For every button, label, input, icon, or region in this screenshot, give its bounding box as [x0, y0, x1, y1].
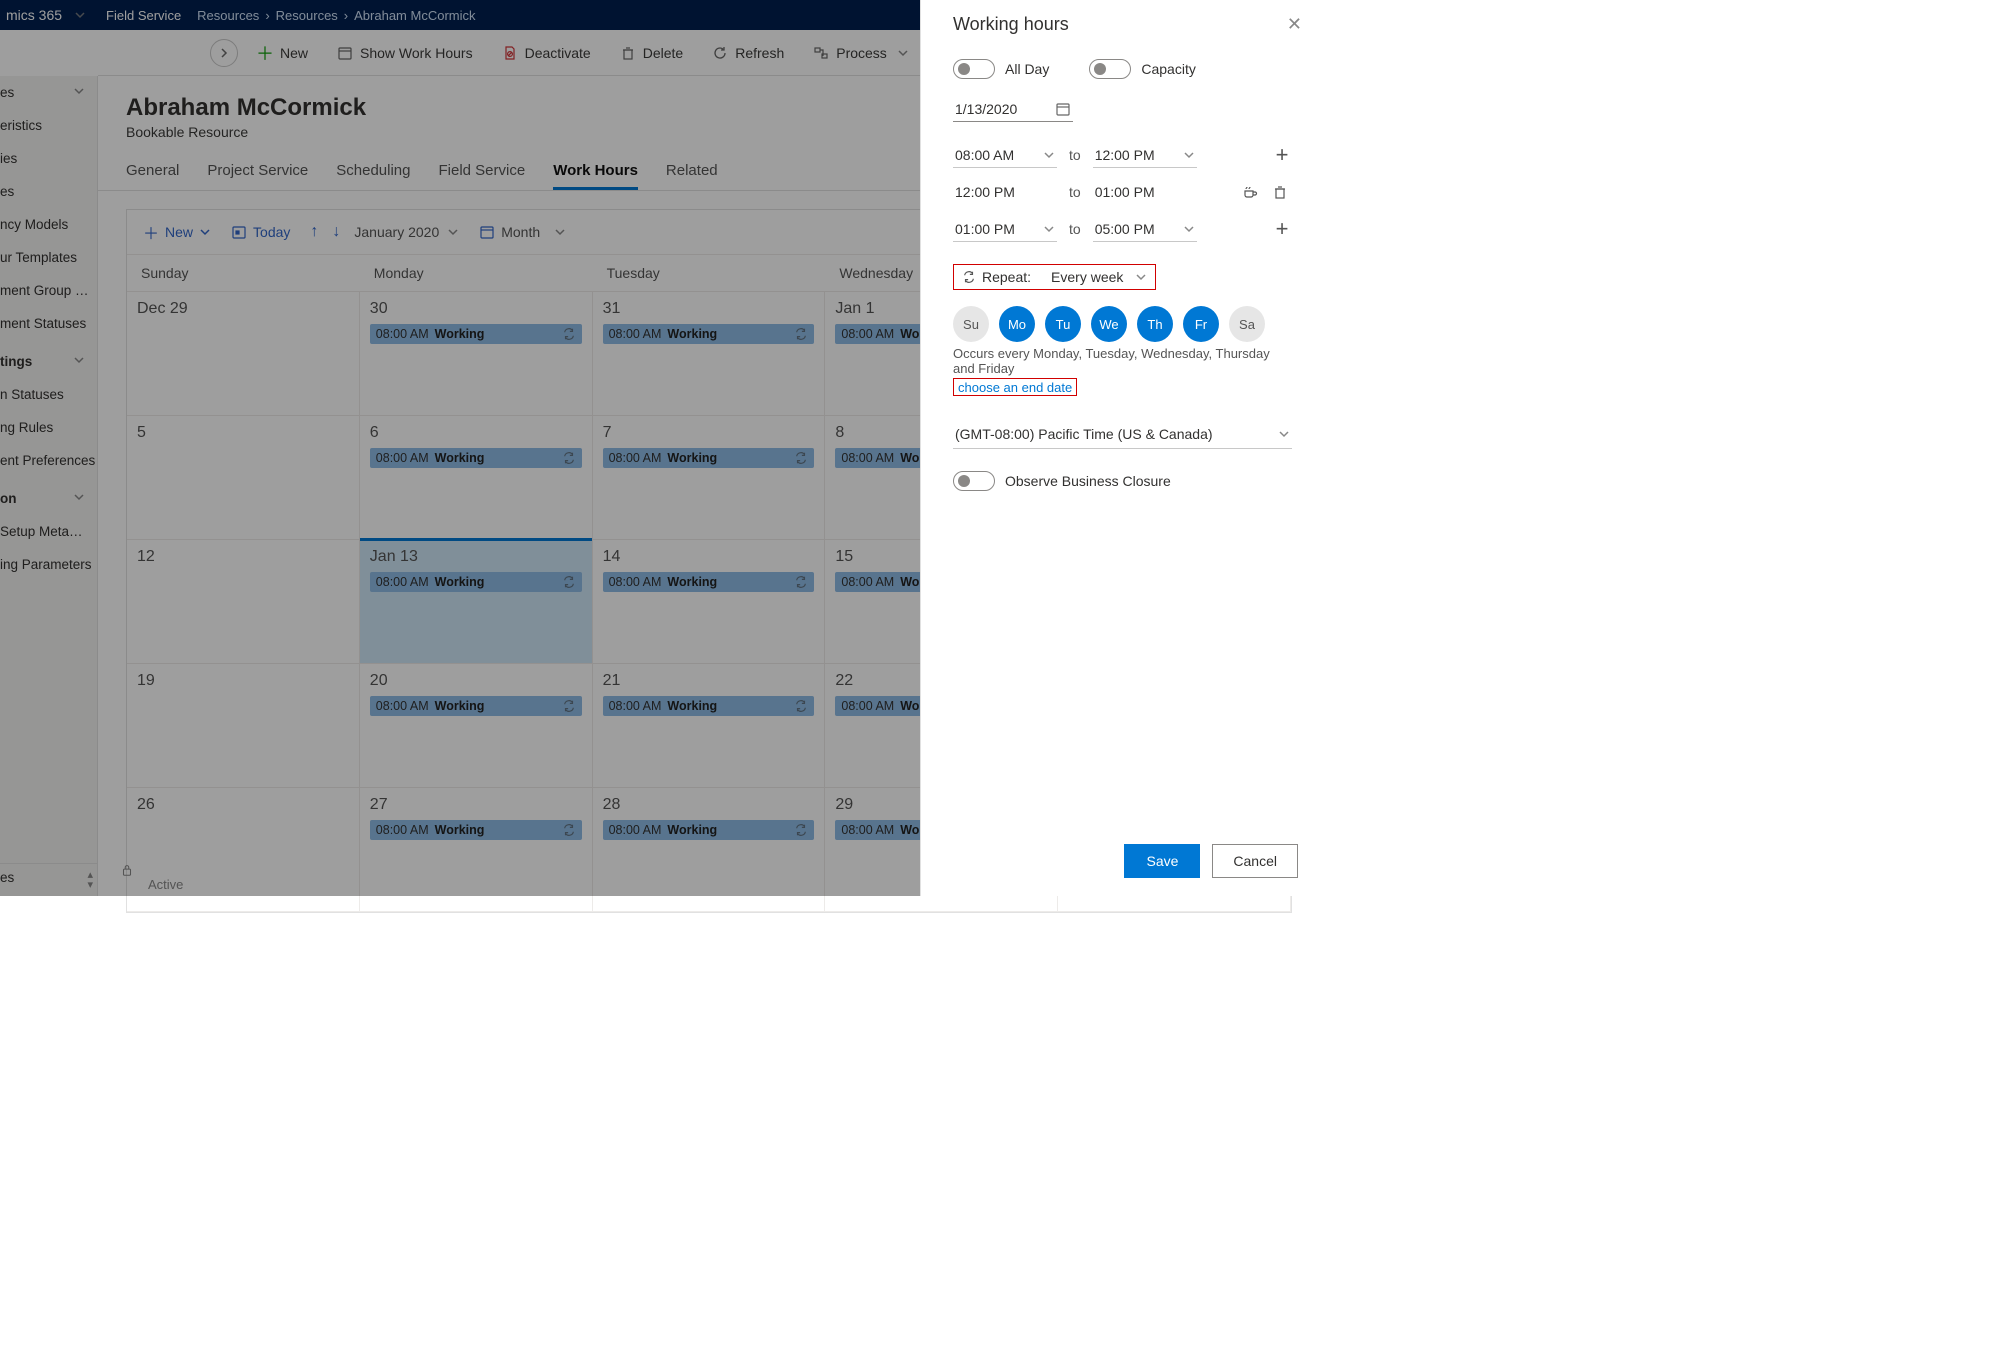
- coffee-icon[interactable]: [1242, 184, 1262, 200]
- to-label: to: [1069, 184, 1081, 200]
- observe-closure-toggle[interactable]: [953, 471, 995, 491]
- repeat-value: Every week: [1051, 269, 1123, 285]
- repeat-label: Repeat:: [982, 269, 1031, 285]
- to-label: to: [1069, 221, 1081, 237]
- days-of-week: Su Mo Tu We Th Fr Sa: [953, 306, 1292, 342]
- add-icon[interactable]: +: [1272, 216, 1292, 242]
- capacity-toggle[interactable]: [1089, 59, 1131, 79]
- to-label: to: [1069, 147, 1081, 163]
- day-chip[interactable]: We: [1091, 306, 1127, 342]
- time-row: 12:00 PM to 01:00 PM: [953, 180, 1292, 204]
- timezone-select[interactable]: (GMT-08:00) Pacific Time (US & Canada): [953, 420, 1292, 449]
- working-hours-panel: Working hours ✕ All Day Capacity 1/13/20…: [920, 0, 1320, 896]
- end-date-link[interactable]: choose an end date: [953, 378, 1077, 396]
- day-chip[interactable]: Sa: [1229, 306, 1265, 342]
- cancel-button[interactable]: Cancel: [1212, 844, 1298, 878]
- day-chip[interactable]: Tu: [1045, 306, 1081, 342]
- panel-title: Working hours: [953, 14, 1287, 35]
- date-input[interactable]: 1/13/2020: [953, 97, 1073, 122]
- time-row: 01:00 PM to 05:00 PM +: [953, 216, 1292, 242]
- day-chip[interactable]: Fr: [1183, 306, 1219, 342]
- all-day-label: All Day: [1005, 61, 1049, 77]
- close-icon[interactable]: ✕: [1287, 14, 1302, 35]
- capacity-label: Capacity: [1141, 61, 1195, 77]
- all-day-toggle[interactable]: [953, 59, 995, 79]
- day-chip[interactable]: Su: [953, 306, 989, 342]
- start-time-select[interactable]: 01:00 PM: [953, 217, 1057, 242]
- repeat-icon: [962, 270, 976, 284]
- day-chip[interactable]: Th: [1137, 306, 1173, 342]
- start-time-select[interactable]: 08:00 AM: [953, 143, 1057, 168]
- calendar-icon: [1055, 101, 1071, 117]
- day-chip[interactable]: Mo: [999, 306, 1035, 342]
- chevron-down-icon: [1135, 271, 1147, 283]
- end-time: 01:00 PM: [1093, 180, 1197, 204]
- chevron-down-icon: [1278, 428, 1290, 440]
- occurs-text: Occurs every Monday, Tuesday, Wednesday,…: [953, 346, 1292, 376]
- observe-closure-label: Observe Business Closure: [1005, 473, 1171, 489]
- time-row: 08:00 AM to 12:00 PM +: [953, 142, 1292, 168]
- start-time: 12:00 PM: [953, 180, 1057, 204]
- end-time-select[interactable]: 05:00 PM: [1093, 217, 1197, 242]
- add-icon[interactable]: +: [1272, 142, 1292, 168]
- trash-icon[interactable]: [1272, 184, 1292, 200]
- save-button[interactable]: Save: [1124, 844, 1200, 878]
- repeat-selector[interactable]: Repeat: Every week: [953, 264, 1156, 290]
- end-time-select[interactable]: 12:00 PM: [1093, 143, 1197, 168]
